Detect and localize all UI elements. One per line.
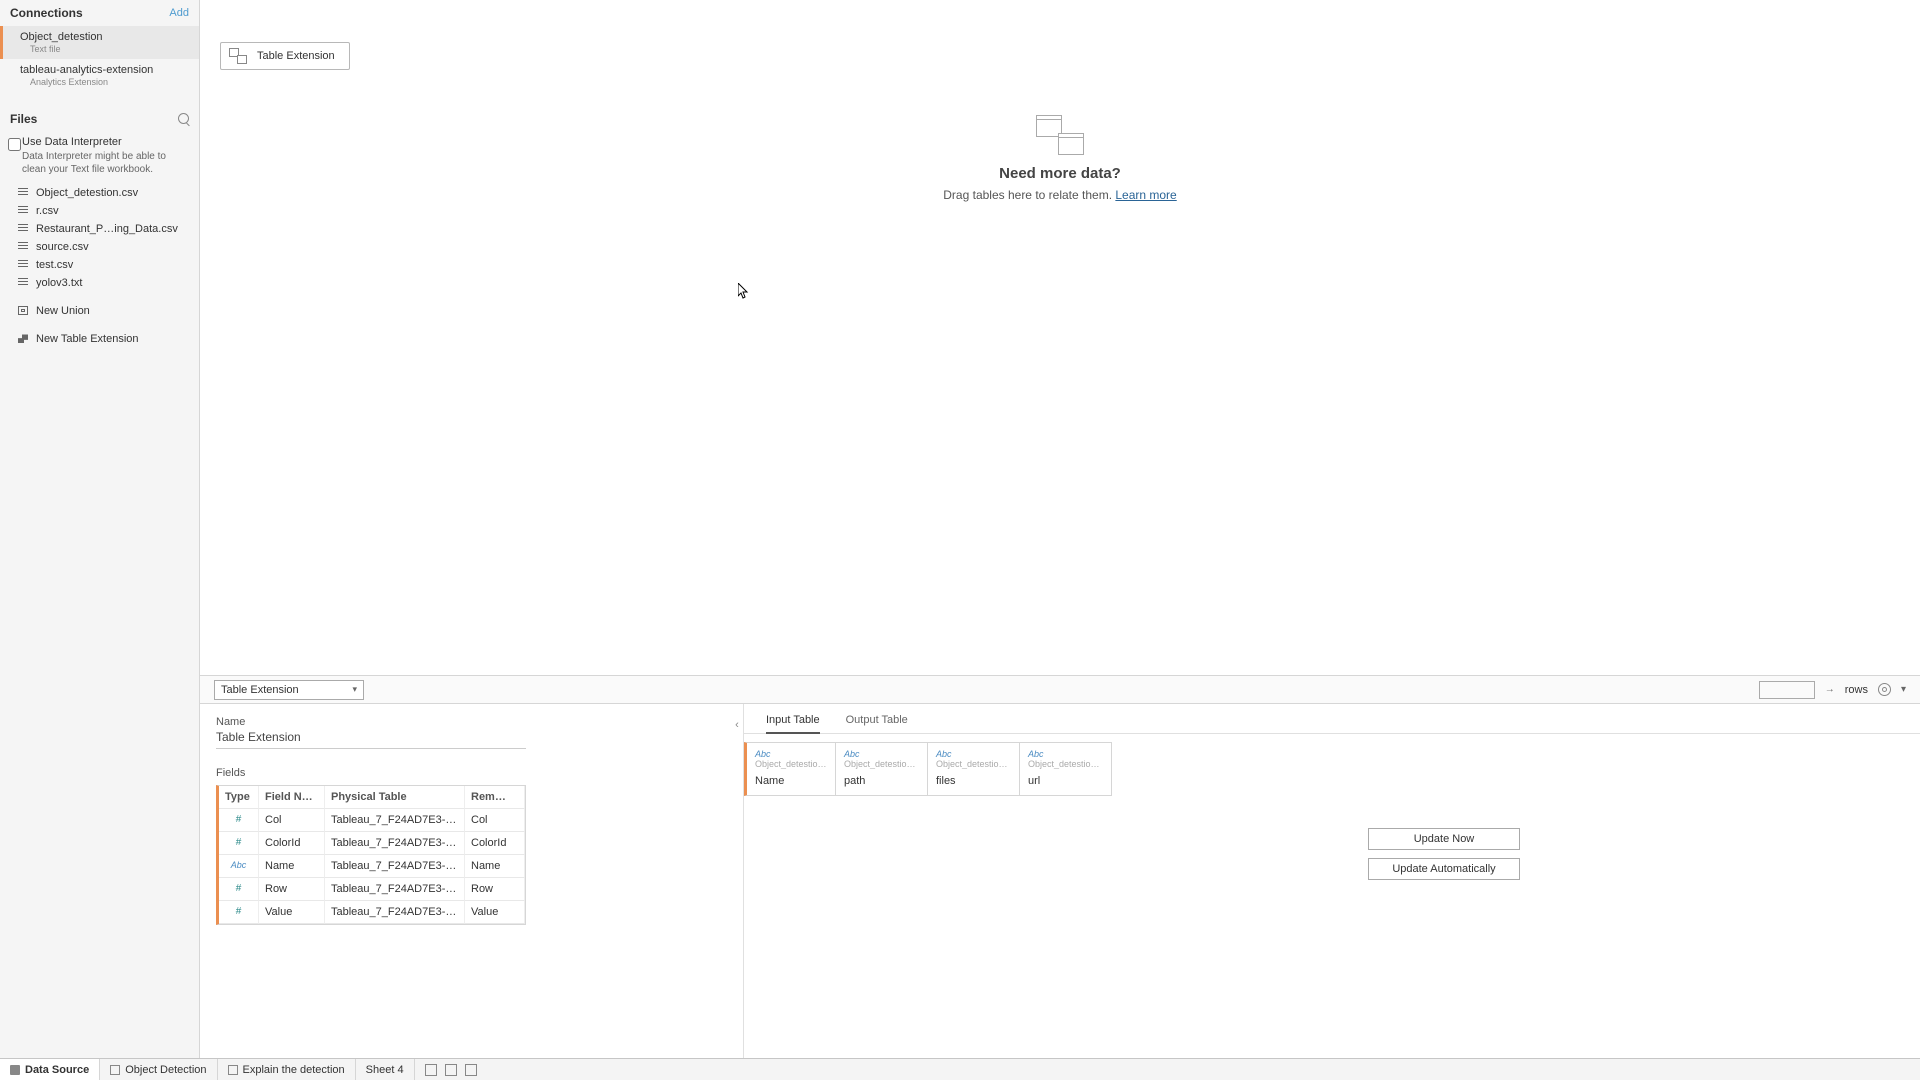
learn-more-link[interactable]: Learn more: [1115, 188, 1176, 202]
pill-label: Table Extension: [257, 50, 335, 62]
cursor-icon: [738, 283, 748, 297]
files-header: Files: [0, 106, 199, 132]
table-selector[interactable]: Table Extension: [214, 680, 364, 700]
grid-column[interactable]: AbcObject_detestion.csvName: [744, 742, 836, 796]
file-item[interactable]: source.csv: [0, 238, 199, 256]
new-story-button[interactable]: [465, 1064, 477, 1076]
fields-table: Type Field Name Physical Table Rem… #Col…: [216, 785, 526, 925]
tab-input-table[interactable]: Input Table: [766, 714, 820, 734]
table-icon: [18, 224, 28, 233]
settings-icon[interactable]: [1878, 683, 1891, 696]
table-icon: [18, 206, 28, 215]
footer-tools: [415, 1059, 487, 1080]
update-automatically-button[interactable]: Update Automatically: [1368, 858, 1520, 880]
details-left: ‹ Name Table Extension Fields Type Field…: [200, 704, 744, 1058]
fields-table-header: Type Field Name Physical Table Rem…: [219, 786, 525, 809]
chevron-down-icon[interactable]: ▾: [1901, 684, 1906, 695]
data-grid-toolbar: Table Extension → rows ▾: [200, 675, 1920, 703]
table-row[interactable]: #ColTableau_7_F24AD7E3-5DA8-…Col: [219, 809, 525, 832]
name-label: Name: [216, 716, 727, 728]
connection-item[interactable]: tableau-analytics-extensionAnalytics Ext…: [0, 59, 199, 92]
sheet-icon: [228, 1065, 238, 1075]
fields-label: Fields: [216, 767, 727, 779]
need-more-data-prompt: Need more data? Drag tables here to rela…: [860, 115, 1260, 202]
sheet-tab[interactable]: Data Source: [0, 1059, 100, 1080]
new-union-label: New Union: [36, 305, 90, 317]
tab-output-table[interactable]: Output Table: [846, 714, 908, 733]
new-table-extension-item[interactable]: New Table Extension: [0, 330, 199, 348]
need-more-desc: Drag tables here to relate them. Learn m…: [860, 188, 1260, 202]
table-icon: [18, 278, 28, 287]
sidebar: Connections Add Object_detestionText fil…: [0, 0, 200, 1058]
relate-tables-icon: [1030, 115, 1090, 155]
add-connection-link[interactable]: Add: [169, 7, 189, 19]
file-item[interactable]: yolov3.txt: [0, 274, 199, 292]
connections-header: Connections Add: [0, 0, 199, 26]
file-item[interactable]: r.csv: [0, 202, 199, 220]
need-more-title: Need more data?: [860, 165, 1260, 182]
ds-icon: [10, 1065, 20, 1075]
name-value[interactable]: Table Extension: [216, 730, 727, 744]
rows-label: rows: [1845, 684, 1868, 696]
details-right: Input Table Output Table AbcObject_detes…: [744, 704, 1920, 1058]
file-item[interactable]: test.csv: [0, 256, 199, 274]
sheet-icon: [110, 1065, 120, 1075]
table-row[interactable]: #ValueTableau_7_F24AD7E3-5DA8-…Value: [219, 901, 525, 924]
data-interpreter-label: Use Data Interpreter: [22, 136, 189, 148]
sheet-tab[interactable]: Explain the detection: [218, 1059, 356, 1080]
table-row[interactable]: #ColorIdTableau_7_F24AD7E3-5DA8-…ColorId: [219, 832, 525, 855]
table-row[interactable]: AbcNameTableau_7_F24AD7E3-5DA8-…Name: [219, 855, 525, 878]
files-label: Files: [10, 112, 37, 126]
sheet-tabs-footer: Data SourceObject DetectionExplain the d…: [0, 1058, 1920, 1080]
new-union-item[interactable]: New Union: [0, 302, 199, 320]
grid-column[interactable]: AbcObject_detestion.csvurl: [1020, 742, 1112, 796]
union-icon: [18, 306, 28, 315]
arrow-right-icon: →: [1825, 684, 1835, 695]
rows-input[interactable]: [1759, 681, 1815, 699]
io-tabs: Input Table Output Table: [744, 704, 1920, 734]
sheet-tab[interactable]: Object Detection: [100, 1059, 217, 1080]
grid-column[interactable]: AbcObject_detestion.csvfiles: [928, 742, 1020, 796]
table-row[interactable]: #RowTableau_7_F24AD7E3-5DA8-…Row: [219, 878, 525, 901]
grid-column[interactable]: AbcObject_detestion.csvpath: [836, 742, 928, 796]
data-interpreter-checkbox[interactable]: [8, 138, 21, 151]
details-panel: ‹ Name Table Extension Fields Type Field…: [200, 703, 1920, 1058]
update-now-button[interactable]: Update Now: [1368, 828, 1520, 850]
new-table-extension-label: New Table Extension: [36, 333, 139, 345]
extension-icon: [18, 334, 28, 343]
table-icon: [18, 188, 28, 197]
table-icon: [18, 242, 28, 251]
input-table-grid: AbcObject_detestion.csvNameAbcObject_det…: [744, 742, 1920, 796]
new-worksheet-button[interactable]: [425, 1064, 437, 1076]
data-interpreter-row: Use Data Interpreter Data Interpreter mi…: [0, 132, 199, 184]
table-icon: [18, 260, 28, 269]
file-item[interactable]: Restaurant_P…ing_Data.csv: [0, 220, 199, 238]
connections-label: Connections: [10, 6, 83, 20]
table-extension-pill[interactable]: Table Extension: [220, 42, 350, 70]
sheet-tab[interactable]: Sheet 4: [356, 1059, 415, 1080]
file-item[interactable]: Object_detestion.csv: [0, 184, 199, 202]
connection-item[interactable]: Object_detestionText file: [0, 26, 199, 59]
relationship-canvas[interactable]: Table Extension Need more data? Drag tab…: [200, 0, 1920, 675]
search-icon[interactable]: [178, 113, 189, 124]
data-interpreter-desc: Data Interpreter might be able to clean …: [22, 150, 189, 176]
collapse-left-button[interactable]: ‹: [730, 716, 744, 734]
new-dashboard-button[interactable]: [445, 1064, 457, 1076]
table-extension-icon: [229, 48, 247, 64]
